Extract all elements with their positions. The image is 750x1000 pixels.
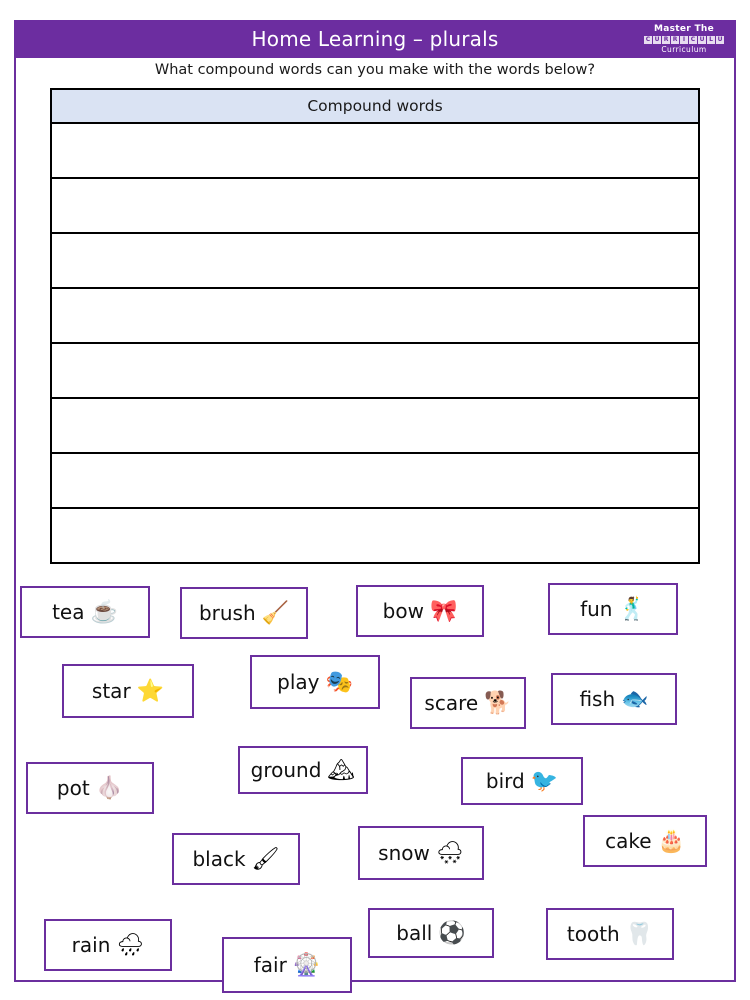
logo-line-1: Master The [653,23,714,34]
master-the-curriculum-logo: Master The CURRICULU Curriculum [638,22,730,56]
logo-letter-box-7: L [707,35,715,44]
table-row [50,122,700,179]
cooking-pot-icon: 🧄 [95,775,124,800]
table-row [50,342,700,399]
table-body [50,122,700,564]
table-row [50,287,700,344]
word-card-rain[interactable]: rain 🌧 [44,919,172,971]
word-card-bow[interactable]: bow 🎀 [356,585,484,637]
mug-icon: ☕ [90,599,118,624]
word-card-label: fish [579,687,616,711]
logo-letter-box-8: U [716,35,724,44]
word-card-label: star [91,679,131,703]
compound-words-table: Compound words [50,88,700,564]
word-card-label: bow [382,599,424,623]
word-card-black[interactable]: black 🖌 [172,833,300,885]
word-card-label: snow [378,841,430,865]
word-card-label: tea [52,600,85,624]
word-card-label: cake [605,829,652,853]
fish-icon: 🐟 [621,686,649,711]
snow-cloud-icon: 🌨 [435,840,464,865]
children-playing-icon: 🎭 [325,669,353,694]
star-icon: ⭐ [136,678,165,703]
answer-cell-7[interactable] [50,452,700,509]
word-card-ground[interactable]: ground 🏔 [238,746,368,794]
rain-cloud-icon: 🌧 [116,932,145,957]
logo-letter-box-3: R [671,35,679,44]
table-header-compound-words: Compound words [50,88,700,124]
word-card-label: black [192,847,246,871]
word-card-label: tooth [566,922,620,946]
fairground-icon: 🎡 [292,952,321,977]
word-card-label: ball [396,921,433,945]
logo-letter-box-6: U [698,35,706,44]
bird-icon: 🐦 [530,768,559,793]
scrub-brush-icon: 🧹 [261,600,290,625]
answer-cell-3[interactable] [50,232,700,289]
word-card-label: play [277,670,320,694]
football-icon: ⚽ [438,920,466,945]
word-card-play[interactable]: play 🎭 [250,655,380,709]
worksheet-page: Home Learning – plurals Master The CURRI… [0,0,750,1000]
bow-tie-icon: 🎀 [429,598,458,623]
word-card-fish[interactable]: fish 🐟 [551,673,677,725]
paint-brush-icon: 🖌 [251,846,280,871]
word-card-scare[interactable]: scare 🐕 [410,677,526,729]
answer-cell-6[interactable] [50,397,700,454]
logo-letter-box-5: C [689,35,697,44]
table-row [50,507,700,564]
logo-line-3: Curriculum [661,44,707,54]
word-card-tea[interactable]: tea ☕ [20,586,150,638]
table-row [50,397,700,454]
table-row [50,452,700,509]
word-card-label: brush [198,601,256,625]
table-row [50,232,700,289]
word-card-label: pot [56,776,90,800]
word-card-label: fair [253,953,287,977]
word-card-tooth[interactable]: tooth 🦷 [546,908,674,960]
word-card-bird[interactable]: bird 🐦 [461,757,583,805]
answer-cell-8[interactable] [50,507,700,564]
tooth-icon: 🦷 [625,921,654,946]
logo-letter-box-1: U [653,35,661,44]
instruction-text: What compound words can you make with th… [154,62,596,78]
word-card-snow[interactable]: snow 🌨 [358,826,484,880]
logo-letter-box-4: I [680,35,688,44]
logo-boxed-letters: CURRICULU [644,35,724,44]
table-header-row: Compound words [50,88,700,124]
word-card-cake[interactable]: cake 🎂 [583,815,707,867]
logo-letter-box-0: C [644,35,652,44]
dancing-person-icon: 🕺 [618,596,646,621]
header-bar: Home Learning – plurals Master The CURRI… [14,20,736,58]
word-card-fun[interactable]: fun 🕺 [548,583,678,635]
word-card-star[interactable]: star ⭐ [62,664,194,718]
word-card-fair[interactable]: fair 🎡 [222,937,352,993]
answer-cell-1[interactable] [50,122,700,179]
word-card-label: scare [424,691,479,715]
word-card-label: rain [71,933,111,957]
word-card-pot[interactable]: pot 🧄 [26,762,154,814]
answer-cell-5[interactable] [50,342,700,399]
page-title: Home Learning – plurals [251,27,499,51]
word-card-brush[interactable]: brush 🧹 [180,587,308,639]
soil-mound-icon: 🏔 [327,757,356,782]
word-card-label: bird [485,769,525,793]
answer-cell-2[interactable] [50,177,700,234]
logo-letter-box-2: R [662,35,670,44]
word-card-label: ground [250,758,322,782]
table-row [50,177,700,234]
answer-cell-4[interactable] [50,287,700,344]
word-card-label: fun [580,597,613,621]
scared-dog-icon: 🐕 [484,690,512,715]
word-card-ball[interactable]: ball ⚽ [368,908,494,958]
cake-icon: 🎂 [657,828,685,853]
